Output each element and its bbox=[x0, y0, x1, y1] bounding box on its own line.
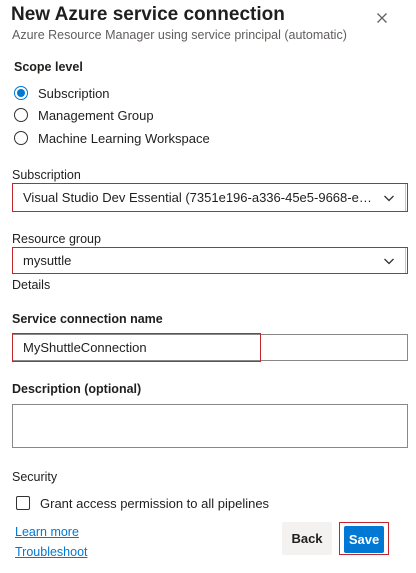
radio-subscription[interactable]: Subscription bbox=[14, 84, 110, 102]
scope-level-label: Scope level bbox=[14, 60, 83, 74]
resource-group-label: Resource group bbox=[12, 232, 101, 246]
troubleshoot-link[interactable]: Troubleshoot bbox=[15, 545, 88, 559]
save-button[interactable]: Save bbox=[344, 526, 384, 553]
resource-group-dropdown[interactable]: mysuttle bbox=[12, 247, 406, 274]
subscription-label: Subscription bbox=[12, 168, 81, 182]
details-label: Details bbox=[12, 278, 51, 292]
subscription-value: Visual Studio Dev Essential (7351e196-a3… bbox=[23, 190, 376, 205]
checkbox-unchecked-icon bbox=[16, 496, 30, 510]
service-connection-name-input[interactable] bbox=[12, 334, 408, 361]
service-connection-name-label: Service connection name bbox=[12, 312, 163, 326]
chevron-down-icon bbox=[384, 258, 394, 264]
radio-unselected-icon bbox=[14, 131, 28, 145]
description-input[interactable] bbox=[12, 404, 408, 448]
security-label: Security bbox=[12, 470, 58, 484]
radio-selected-icon bbox=[14, 86, 28, 100]
page-subtitle: Azure Resource Manager using service pri… bbox=[12, 28, 347, 42]
radio-management-group[interactable]: Management Group bbox=[14, 106, 154, 124]
subscription-dropdown[interactable]: Visual Studio Dev Essential (7351e196-a3… bbox=[12, 183, 406, 212]
description-label: Description (optional) bbox=[12, 382, 142, 396]
radio-machine-learning-workspace-label: Machine Learning Workspace bbox=[38, 130, 210, 146]
radio-machine-learning-workspace[interactable]: Machine Learning Workspace bbox=[14, 129, 210, 147]
grant-access-label: Grant access permission to all pipelines bbox=[40, 495, 270, 511]
radio-subscription-label: Subscription bbox=[38, 85, 110, 101]
radio-unselected-icon bbox=[14, 108, 28, 122]
page-title: New Azure service connection bbox=[11, 4, 285, 25]
resource-group-value: mysuttle bbox=[23, 253, 72, 268]
grant-access-checkbox[interactable]: Grant access permission to all pipelines bbox=[16, 494, 269, 512]
close-icon bbox=[377, 13, 387, 23]
back-button[interactable]: Back bbox=[282, 522, 332, 555]
chevron-down-icon bbox=[384, 195, 394, 201]
close-button[interactable] bbox=[373, 9, 391, 27]
learn-more-link[interactable]: Learn more bbox=[15, 525, 79, 539]
radio-management-group-label: Management Group bbox=[38, 107, 154, 123]
